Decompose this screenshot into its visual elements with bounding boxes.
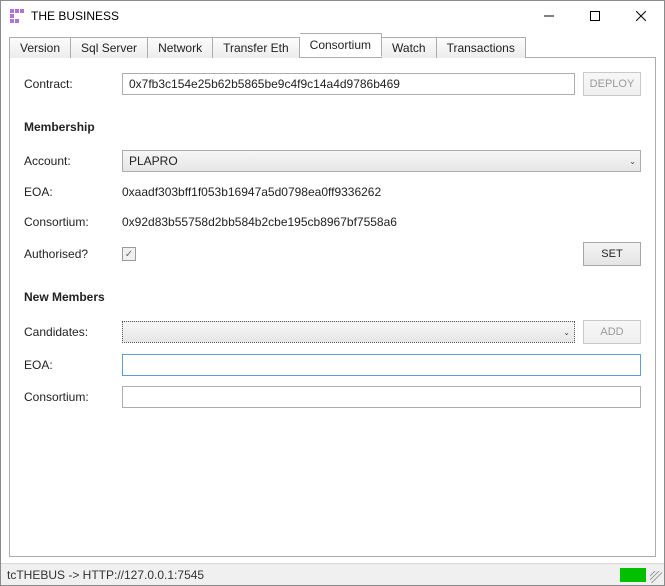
status-bar: tcTHEBUS -> HTTP://127.0.0.1:7545 [1,563,664,585]
account-select-value: PLAPRO [129,154,178,168]
authorised-label: Authorised? [24,247,122,261]
window-title: THE BUSINESS [31,9,119,23]
chevron-down-icon: ⌄ [629,157,636,166]
app-icon [9,8,25,24]
chevron-down-icon: ⌄ [563,328,570,337]
new-members-heading: New Members [24,290,641,304]
add-button[interactable]: ADD [583,320,641,344]
tab-panel-consortium: Contract: DEPLOY Membership Account: PLA… [9,57,656,557]
eoa-row: EOA: 0xaadf303bff1f053b16947a5d0798ea0ff… [24,182,641,202]
new-eoa-input[interactable] [122,354,641,376]
status-text: tcTHEBUS -> HTTP://127.0.0.1:7545 [7,568,204,582]
authorised-row: Authorised? ✓ SET [24,242,641,266]
set-button[interactable]: SET [583,242,641,266]
new-eoa-label: EOA: [24,358,122,372]
new-consortium-label: Consortium: [24,390,122,404]
close-button[interactable] [618,1,664,31]
authorised-checkbox[interactable]: ✓ [122,247,136,261]
account-row: Account: PLAPRO ⌄ [24,150,641,172]
new-consortium-input[interactable] [122,386,641,408]
consortium-value: 0x92d83b55758d2bb584b2cbe195cb8967bf7558… [122,212,641,232]
new-consortium-row: Consortium: [24,386,641,408]
consortium-label: Consortium: [24,215,122,229]
tab-consortium[interactable]: Consortium [300,33,382,57]
tab-watch[interactable]: Watch [382,37,437,58]
eoa-value: 0xaadf303bff1f053b16947a5d0798ea0ff93362… [122,182,641,202]
membership-heading: Membership [24,120,641,134]
titlebar: THE BUSINESS [1,1,664,31]
eoa-label: EOA: [24,185,122,199]
tab-version[interactable]: Version [9,37,71,58]
consortium-row: Consortium: 0x92d83b55758d2bb584b2cbe195… [24,212,641,232]
account-select[interactable]: PLAPRO ⌄ [122,150,641,172]
tab-transactions[interactable]: Transactions [437,37,526,58]
tabs-bar: Version Sql Server Network Transfer Eth … [9,35,656,57]
deploy-button[interactable]: DEPLOY [583,72,641,96]
candidates-row: Candidates: ⌄ ADD [24,320,641,344]
window-controls [526,1,664,31]
contract-input[interactable] [122,73,575,95]
new-eoa-row: EOA: [24,354,641,376]
content-area: Version Sql Server Network Transfer Eth … [1,31,664,555]
maximize-button[interactable] [572,1,618,31]
tab-sql-server[interactable]: Sql Server [71,37,148,58]
tab-transfer-eth[interactable]: Transfer Eth [213,37,300,58]
candidates-label: Candidates: [24,325,122,339]
contract-row: Contract: DEPLOY [24,72,641,96]
account-label: Account: [24,154,122,168]
contract-label: Contract: [24,77,122,91]
candidates-select[interactable]: ⌄ [122,321,575,343]
status-indicator [620,568,646,582]
resize-grip[interactable] [650,571,662,583]
tab-network[interactable]: Network [148,37,213,58]
minimize-button[interactable] [526,1,572,31]
